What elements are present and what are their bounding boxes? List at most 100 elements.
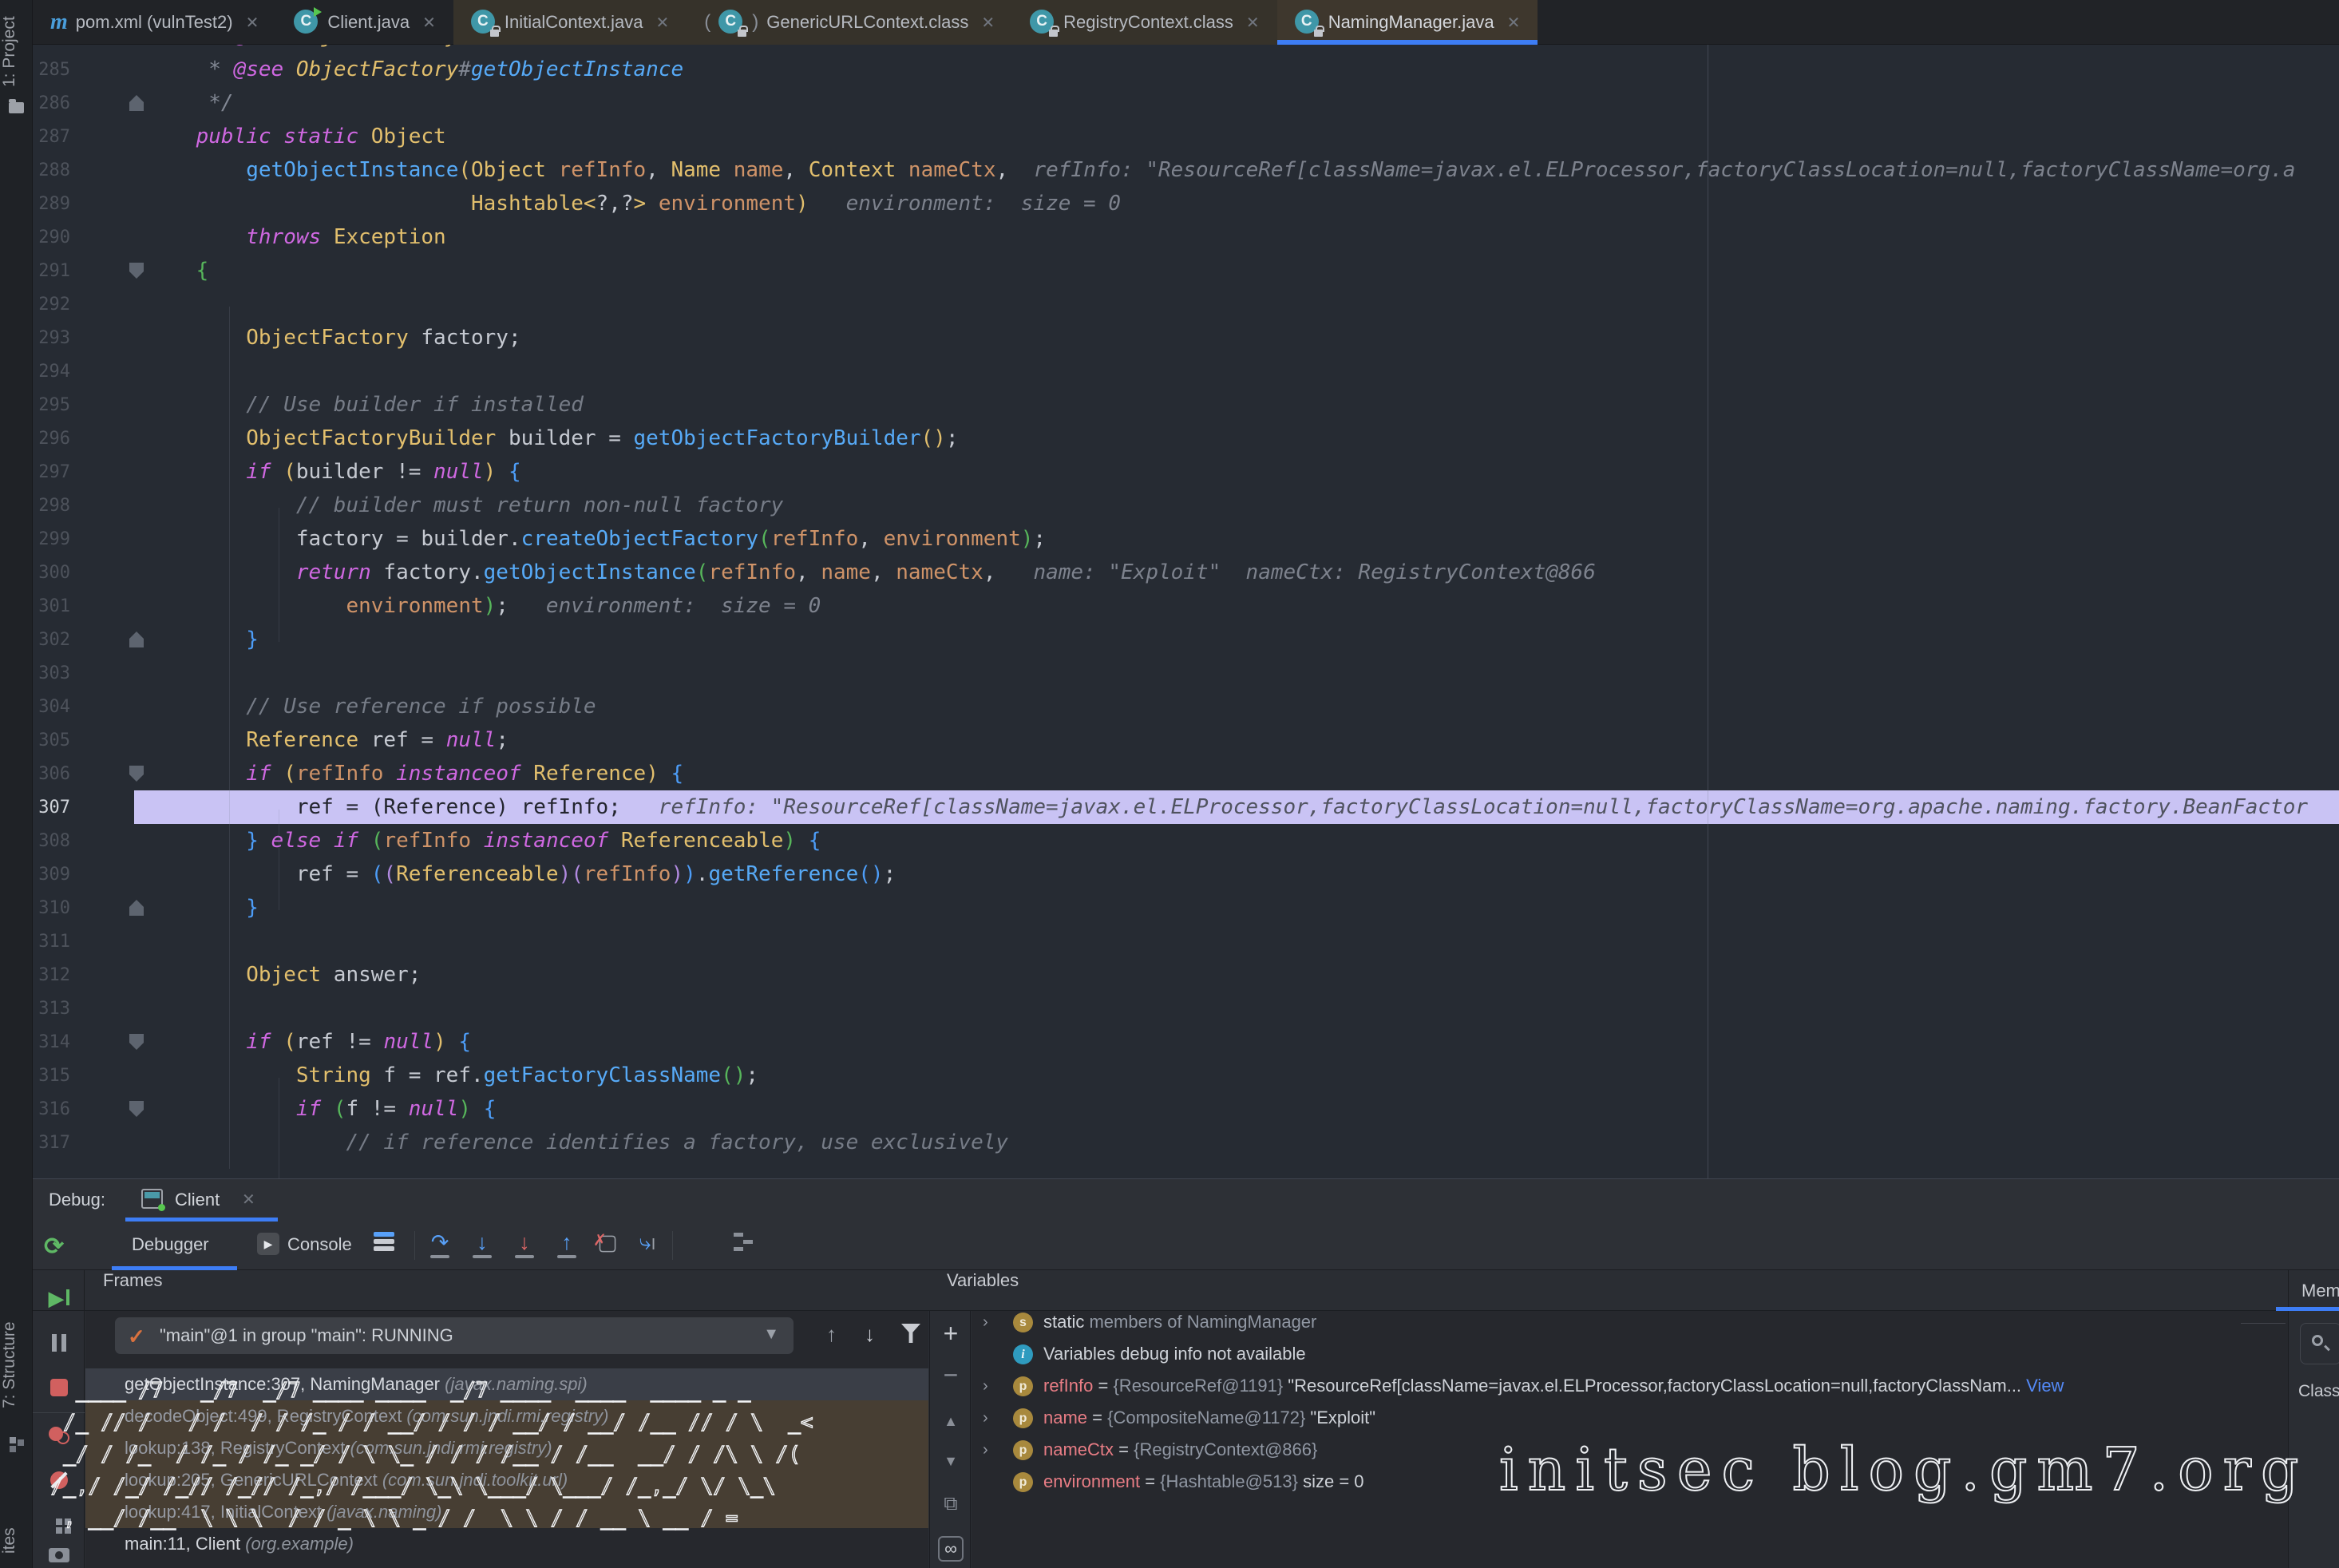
pause-icon[interactable] (33, 1334, 85, 1356)
show-execution-point-icon[interactable] (368, 1229, 400, 1261)
memory-tab[interactable]: Mem (2301, 1281, 2339, 1301)
code-line-307[interactable]: 307 ref = (Reference) refInfo; refInfo: … (33, 790, 2339, 824)
console-icon: ▶ (257, 1233, 279, 1255)
tab-debugger[interactable]: Debugger (112, 1222, 237, 1270)
toolwindow-button-favorites[interactable]: ites (0, 1517, 33, 1565)
line-number: 296 (33, 429, 70, 449)
structure-icon (10, 1437, 16, 1443)
thread-dropdown[interactable]: ✓ "main"@1 in group "main": RUNNING ▼ (115, 1317, 794, 1354)
close-icon[interactable]: ✕ (1246, 13, 1260, 33)
frame-up-icon[interactable]: ↑ (826, 1322, 837, 1347)
code-line-309[interactable]: 309 ref = ((Referenceable)(refInfo)).get… (33, 857, 2339, 891)
run-to-cursor-icon[interactable]: ⤷I (631, 1229, 663, 1261)
chevron-right-icon[interactable]: › (983, 1402, 988, 1434)
code-line-284[interactable]: 284 * @see ObjectFactoryBuilder (33, 45, 2339, 53)
code-line-302[interactable]: 302 } (33, 623, 2339, 656)
evaluate-expression-icon[interactable] (683, 1229, 714, 1261)
step-into-icon[interactable]: ↓ (466, 1229, 498, 1261)
rerun-icon[interactable]: ⟳ (44, 1233, 64, 1261)
code-line-288[interactable]: 288 getObjectInstance(Object refInfo, Na… (33, 153, 2339, 187)
code-line-305[interactable]: 305 Reference ref = null; (33, 723, 2339, 757)
code-line-315[interactable]: 315 String f = ref.getFactoryClassName()… (33, 1059, 2339, 1092)
thread-dump-icon[interactable] (33, 1548, 85, 1566)
memory-search-button[interactable] (2300, 1323, 2339, 1364)
copy-icon[interactable]: ⧉ (930, 1493, 972, 1515)
code-line-292[interactable]: 292 (33, 287, 2339, 321)
fold-marker-icon[interactable] (129, 1101, 144, 1117)
variable-text: = (1114, 1439, 1134, 1459)
chevron-right-icon[interactable]: › (983, 1370, 988, 1402)
code-line-290[interactable]: 290 throws Exception (33, 220, 2339, 254)
code-line-314[interactable]: 314 if (ref != null) { (33, 1025, 2339, 1059)
step-over-icon[interactable]: ↷ (424, 1229, 456, 1261)
toolwindow-button-project[interactable]: 1: Project (0, 8, 33, 96)
move-down-icon[interactable]: ▼ (930, 1453, 972, 1470)
frame-down-icon[interactable]: ↓ (865, 1322, 875, 1347)
code-line-300[interactable]: 300 return factory.getObjectInstance(ref… (33, 556, 2339, 589)
code-line-298[interactable]: 298 // builder must return non-null fact… (33, 489, 2339, 522)
code-line-306[interactable]: 306 if (refInfo instanceof Reference) { (33, 757, 2339, 790)
code-line-313[interactable]: 313 (33, 992, 2339, 1025)
close-icon[interactable]: ✕ (242, 1190, 255, 1210)
fold-marker-icon[interactable] (129, 95, 144, 111)
variable-row[interactable]: ›prefInfo = {ResourceRef@1191} "Resource… (972, 1370, 2288, 1402)
code-line-294[interactable]: 294 (33, 354, 2339, 388)
code-line-287[interactable]: 287 public static Object (33, 120, 2339, 153)
fold-marker-icon[interactable] (129, 263, 144, 279)
code-line-317[interactable]: 317 // if reference identifies a factory… (33, 1126, 2339, 1159)
filter-frames-icon[interactable] (901, 1324, 920, 1343)
close-icon[interactable]: ✕ (246, 13, 259, 33)
step-out-icon[interactable]: ↑ (551, 1229, 583, 1261)
layout-settings-icon[interactable] (726, 1229, 758, 1261)
fold-marker-icon[interactable] (129, 1034, 144, 1050)
code-editor[interactable]: 284 * @see ObjectFactoryBuilder285 * @se… (33, 45, 2339, 1178)
watch-return-values-icon[interactable]: ∞ (930, 1536, 972, 1562)
force-step-into-icon[interactable]: ↓ (509, 1229, 540, 1261)
close-icon[interactable]: ✕ (656, 13, 670, 33)
close-icon[interactable]: ✕ (981, 13, 995, 33)
code-line-285[interactable]: 285 * @see ObjectFactory#getObjectInstan… (33, 53, 2339, 86)
code-line-316[interactable]: 316 if (f != null) { (33, 1092, 2339, 1126)
editor-tab-client-java[interactable]: CClient.java✕ (276, 0, 453, 45)
move-up-icon[interactable]: ▲ (930, 1413, 972, 1430)
code-line-289[interactable]: 289 Hashtable<?,?> environment) environm… (33, 187, 2339, 220)
toolwindow-button-structure[interactable]: 7: Structure (0, 1301, 33, 1429)
code-line-296[interactable]: 296 ObjectFactoryBuilder builder = getOb… (33, 422, 2339, 455)
debug-session-tab-client[interactable]: Client ✕ (125, 1179, 278, 1222)
code-line-303[interactable]: 303 (33, 656, 2339, 690)
code-line-291[interactable]: 291 { (33, 254, 2339, 287)
fold-marker-icon[interactable] (129, 632, 144, 647)
code-line-286[interactable]: 286 */ (33, 86, 2339, 120)
close-icon[interactable]: ✕ (1507, 13, 1521, 33)
tab-label: GenericURLContext.class (766, 12, 968, 33)
code-line-311[interactable]: 311 (33, 925, 2339, 958)
fold-marker-icon[interactable] (129, 766, 144, 782)
tab-console[interactable]: ▶ Console (257, 1222, 361, 1270)
editor-tab-namingmanager-java[interactable]: CNamingManager.java✕ (1277, 0, 1538, 45)
variable-row[interactable]: ›pname = {CompositeName@1172} "Exploit" (972, 1402, 2288, 1434)
chevron-right-icon[interactable]: › (983, 1311, 988, 1338)
editor-tab-registrycontext-class[interactable]: CRegistryContext.class✕ (1012, 0, 1277, 45)
view-link[interactable]: View (2021, 1376, 2064, 1396)
close-icon[interactable]: ✕ (422, 13, 436, 33)
code-line-312[interactable]: 312 Object answer; (33, 958, 2339, 992)
add-watch-icon[interactable]: + (930, 1319, 972, 1348)
code-line-308[interactable]: 308 } else if (refInfo instanceof Refere… (33, 824, 2339, 857)
code-line-310[interactable]: 310 } (33, 891, 2339, 925)
editor-tab-initialcontext-java[interactable]: CInitialContext.java✕ (453, 0, 687, 45)
code-line-297[interactable]: 297 if (builder != null) { (33, 455, 2339, 489)
code-line-304[interactable]: 304 // Use reference if possible (33, 690, 2339, 723)
editor-tab-pom-xml-vulntest2-[interactable]: mpom.xml (vulnTest2)✕ (33, 0, 276, 45)
code-line-295[interactable]: 295 // Use builder if installed (33, 388, 2339, 422)
variable-row[interactable]: ›sstatic members of NamingManager (972, 1311, 2288, 1338)
chevron-right-icon[interactable]: › (983, 1434, 988, 1466)
variable-row[interactable]: iVariables debug info not available (972, 1338, 2288, 1370)
code-line-299[interactable]: 299 factory = builder.createObjectFactor… (33, 522, 2339, 556)
fold-marker-icon[interactable] (129, 900, 144, 916)
drop-frame-icon[interactable]: ▢✗ (592, 1229, 623, 1261)
code-line-293[interactable]: 293 ObjectFactory factory; (33, 321, 2339, 354)
editor-tab-genericurlcontext-class[interactable]: (C)GenericURLContext.class✕ (687, 0, 1012, 45)
code-line-301[interactable]: 301 environment); environment: size = 0 (33, 589, 2339, 623)
remove-watch-icon[interactable]: − (930, 1360, 972, 1390)
resume-icon[interactable]: ▶ (33, 1286, 85, 1311)
